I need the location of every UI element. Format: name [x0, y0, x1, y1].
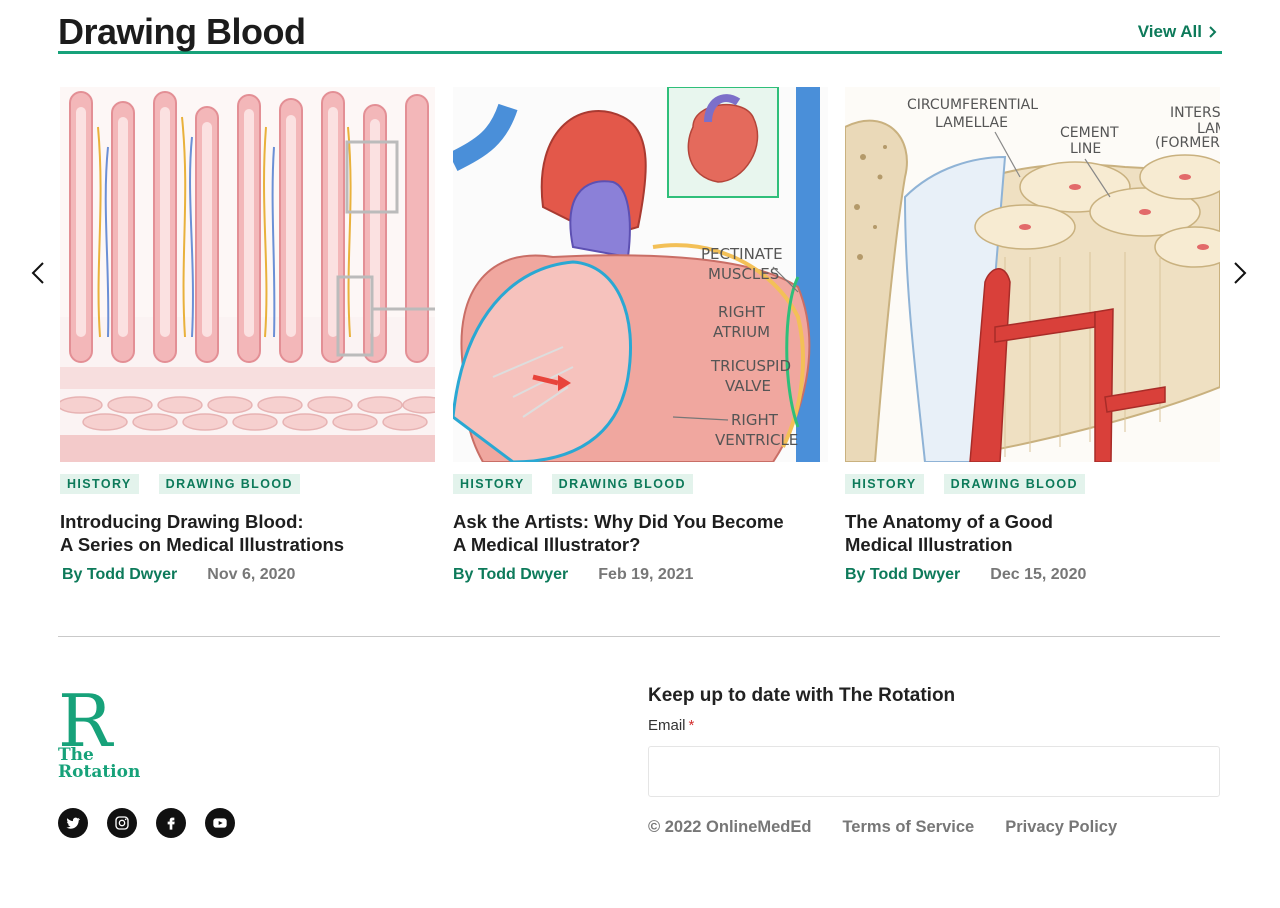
svg-text:ATRIUM: ATRIUM	[713, 323, 770, 341]
article-card: HISTORY DRAWING BLOOD Introducing Drawin…	[60, 87, 435, 583]
article-date: Feb 19, 2021	[598, 566, 694, 583]
tag-history[interactable]: HISTORY	[453, 474, 532, 494]
tag-list: HISTORY DRAWING BLOOD	[845, 474, 1085, 494]
view-all-label: View All	[1137, 22, 1202, 41]
article-date: Dec 15, 2020	[990, 566, 1087, 583]
chevron-right-icon	[1209, 26, 1217, 38]
svg-text:LAMELLAE: LAMELLAE	[935, 115, 1008, 131]
carousel-next-button[interactable]	[1228, 258, 1252, 288]
required-marker: *	[688, 717, 695, 734]
instagram-link[interactable]	[107, 808, 137, 838]
svg-text:CIRCUMFERENTIAL: CIRCUMFERENTIAL	[907, 97, 1038, 113]
terms-of-service-link[interactable]: Terms of Service	[842, 817, 974, 837]
article-author[interactable]: By Todd Dwyer	[62, 565, 177, 585]
tag-list: HISTORY DRAWING BLOOD	[60, 474, 300, 494]
tag-history[interactable]: HISTORY	[845, 474, 924, 494]
svg-text:(FORMER: (FORMER	[1155, 135, 1220, 151]
article-meta: By Todd Dwyer Nov 6, 2020	[60, 565, 295, 585]
twitter-icon	[66, 817, 80, 829]
facebook-icon	[167, 817, 175, 830]
footer-links: © 2022 OnlineMedEd Terms of Service Priv…	[648, 817, 1117, 837]
svg-text:INTERS: INTERS	[1170, 105, 1220, 121]
carousel-prev-button[interactable]	[26, 258, 50, 288]
article-meta: By Todd Dwyer Feb 19, 2021	[453, 565, 693, 585]
privacy-policy-link[interactable]: Privacy Policy	[1005, 817, 1117, 837]
chevron-right-icon	[1234, 262, 1247, 284]
tag-history[interactable]: HISTORY	[60, 474, 139, 494]
view-all-link[interactable]: View All	[1138, 22, 1218, 42]
tag-drawing-blood[interactable]: DRAWING BLOOD	[943, 474, 1085, 494]
article-title[interactable]: The Anatomy of a Good Medical Illustrati…	[845, 510, 1205, 556]
svg-text:CEMENT: CEMENT	[1060, 125, 1119, 141]
footer-divider	[58, 636, 1220, 637]
twitter-link[interactable]	[58, 808, 88, 838]
email-label: Email *	[648, 717, 695, 734]
section-title: Drawing Blood	[58, 11, 306, 52]
the-rotation-logo[interactable]: R The Rotation	[56, 679, 146, 782]
article-author[interactable]: By Todd Dwyer	[453, 565, 568, 585]
article-title[interactable]: Introducing Drawing Blood: A Series on M…	[60, 510, 420, 556]
article-title[interactable]: Ask the Artists: Why Did You Become A Me…	[453, 510, 813, 556]
instagram-icon	[115, 816, 129, 830]
email-field[interactable]	[648, 746, 1220, 797]
facebook-link[interactable]	[156, 808, 186, 838]
article-image-intestinal-villi[interactable]	[60, 87, 435, 462]
section-header: Drawing Blood View All	[58, 10, 1222, 54]
svg-text:MUSCLES: MUSCLES	[708, 265, 779, 283]
svg-text:VENTRICLE: VENTRICLE	[715, 431, 798, 449]
svg-text:RIGHT: RIGHT	[731, 411, 779, 429]
svg-text:LINE: LINE	[1070, 141, 1101, 157]
chevron-left-icon	[31, 262, 44, 284]
svg-text:TRICUSPID: TRICUSPID	[710, 357, 791, 375]
tag-drawing-blood[interactable]: DRAWING BLOOD	[158, 474, 300, 494]
youtube-link[interactable]	[205, 808, 235, 838]
tag-list: HISTORY DRAWING BLOOD	[453, 474, 693, 494]
article-image-bone[interactable]: CIRCUMFERENTIAL LAMELLAE CEMENT LINE INT…	[845, 87, 1220, 462]
tag-drawing-blood[interactable]: DRAWING BLOOD	[551, 474, 693, 494]
article-author[interactable]: By Todd Dwyer	[845, 565, 960, 585]
youtube-icon	[213, 818, 227, 828]
svg-text:Rotation: Rotation	[58, 762, 140, 780]
article-image-heart[interactable]: PECTINATE MUSCLES RIGHT ATRIUM TRICUSPID…	[453, 87, 828, 462]
newsletter-title: Keep up to date with The Rotation	[648, 685, 956, 706]
article-card: CIRCUMFERENTIAL LAMELLAE CEMENT LINE INT…	[845, 87, 1220, 583]
svg-text:PECTINATE: PECTINATE	[701, 245, 783, 263]
social-links	[58, 808, 235, 838]
svg-text:VALVE: VALVE	[725, 377, 771, 395]
article-card: PECTINATE MUSCLES RIGHT ATRIUM TRICUSPID…	[453, 87, 828, 583]
article-date: Nov 6, 2020	[207, 566, 296, 583]
article-meta: By Todd Dwyer Dec 15, 2020	[845, 565, 1086, 585]
svg-text:RIGHT: RIGHT	[718, 303, 766, 321]
copyright-text: © 2022 OnlineMedEd	[648, 818, 812, 836]
